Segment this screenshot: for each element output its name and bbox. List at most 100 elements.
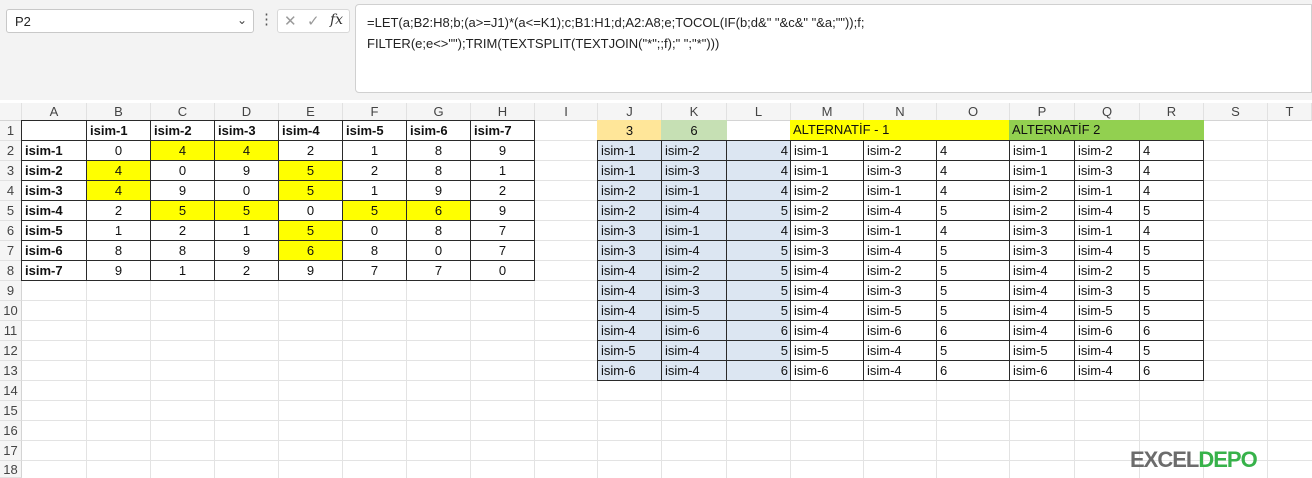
row-header[interactable]: 1 [0, 121, 22, 141]
criteria-max-cell[interactable]: 6 [661, 120, 727, 141]
row-header[interactable]: 3 [0, 161, 22, 181]
result-value-cell[interactable]: 5 [726, 300, 791, 321]
matrix-value-cell[interactable]: 0 [470, 260, 535, 281]
result-cell[interactable]: isim-1 [661, 220, 727, 241]
alt1-cell[interactable]: 5 [936, 280, 1010, 301]
matrix-value-cell[interactable]: 9 [470, 140, 535, 161]
alt2-cell[interactable]: isim-4 [1074, 240, 1140, 261]
result-value-cell[interactable]: 5 [726, 340, 791, 361]
matrix-value-cell[interactable]: 2 [278, 140, 343, 161]
result-cell[interactable]: isim-4 [597, 260, 662, 281]
matrix-row-header[interactable]: isim-5 [21, 220, 87, 241]
result-cell[interactable]: isim-1 [661, 180, 727, 201]
more-options-icon[interactable]: ⋮ [259, 10, 274, 30]
column-header[interactable]: A [22, 103, 87, 121]
matrix-row-header[interactable]: isim-6 [21, 240, 87, 261]
matrix-value-cell[interactable]: 1 [86, 220, 151, 241]
alt1-cell[interactable]: isim-4 [790, 320, 864, 341]
alt1-cell[interactable]: 4 [936, 160, 1010, 181]
result-cell[interactable]: isim-1 [597, 140, 662, 161]
alt2-cell[interactable]: 5 [1139, 260, 1204, 281]
alt2-cell[interactable]: 4 [1139, 160, 1204, 181]
matrix-value-cell[interactable]: 4 [86, 160, 151, 181]
result-value-cell[interactable]: 5 [726, 280, 791, 301]
alt2-cell[interactable]: isim-3 [1074, 160, 1140, 181]
insert-function-icon[interactable]: fx [330, 12, 343, 28]
column-header[interactable]: P [1010, 103, 1075, 121]
cell[interactable] [21, 120, 87, 141]
matrix-value-cell[interactable]: 2 [342, 160, 407, 181]
alt2-cell[interactable]: isim-2 [1074, 260, 1140, 281]
alt2-cell[interactable]: isim-3 [1074, 280, 1140, 301]
alt2-cell[interactable]: 5 [1139, 280, 1204, 301]
matrix-value-cell[interactable]: 9 [470, 200, 535, 221]
alt1-cell[interactable]: 5 [936, 240, 1010, 261]
column-header[interactable]: H [471, 103, 535, 121]
matrix-column-header[interactable]: isim-6 [406, 120, 471, 141]
alt1-cell[interactable]: isim-3 [863, 160, 937, 181]
matrix-value-cell[interactable]: 1 [214, 220, 279, 241]
alt1-cell[interactable]: isim-2 [863, 140, 937, 161]
column-header[interactable]: Q [1075, 103, 1140, 121]
row-header[interactable]: 6 [0, 221, 22, 241]
row-header[interactable]: 10 [0, 301, 22, 321]
criteria-min-cell[interactable]: 3 [597, 120, 662, 141]
enter-icon[interactable]: ✓ [307, 12, 320, 30]
alt1-cell[interactable]: isim-5 [863, 300, 937, 321]
alt2-cell[interactable]: isim-1 [1009, 140, 1075, 161]
matrix-value-cell[interactable]: 0 [150, 160, 215, 181]
matrix-value-cell[interactable]: 0 [342, 220, 407, 241]
result-value-cell[interactable]: 4 [726, 180, 791, 201]
alt2-cell[interactable]: isim-4 [1074, 340, 1140, 361]
result-value-cell[interactable]: 4 [726, 220, 791, 241]
matrix-row-header[interactable]: isim-7 [21, 260, 87, 281]
matrix-column-header[interactable]: isim-1 [86, 120, 151, 141]
result-value-cell[interactable]: 5 [726, 200, 791, 221]
alt1-cell[interactable]: isim-6 [863, 320, 937, 341]
row-header[interactable]: 18 [0, 461, 22, 478]
matrix-value-cell[interactable]: 8 [406, 220, 471, 241]
alt2-cell[interactable]: isim-2 [1074, 140, 1140, 161]
matrix-column-header[interactable]: isim-7 [470, 120, 535, 141]
result-cell[interactable]: isim-4 [597, 320, 662, 341]
alt2-cell[interactable]: isim-4 [1009, 280, 1075, 301]
alt2-cell[interactable]: isim-5 [1009, 340, 1075, 361]
result-cell[interactable]: isim-3 [597, 240, 662, 261]
matrix-row-header[interactable]: isim-2 [21, 160, 87, 181]
matrix-value-cell[interactable]: 0 [406, 240, 471, 261]
alt1-cell[interactable]: 5 [936, 260, 1010, 281]
column-header[interactable]: L [727, 103, 791, 121]
alt1-cell[interactable]: 4 [936, 220, 1010, 241]
matrix-row-header[interactable]: isim-1 [21, 140, 87, 161]
result-value-cell[interactable]: 5 [726, 260, 791, 281]
matrix-value-cell[interactable]: 4 [150, 140, 215, 161]
result-cell[interactable]: isim-6 [597, 360, 662, 381]
chevron-down-icon[interactable]: ⌄ [237, 13, 247, 27]
alt2-cell[interactable]: isim-6 [1074, 320, 1140, 341]
matrix-value-cell[interactable]: 2 [150, 220, 215, 241]
column-header[interactable]: J [598, 103, 662, 121]
row-header[interactable]: 15 [0, 401, 22, 421]
alt2-cell[interactable]: 4 [1139, 220, 1204, 241]
matrix-value-cell[interactable]: 5 [150, 200, 215, 221]
result-value-cell[interactable]: 6 [726, 320, 791, 341]
matrix-value-cell[interactable]: 4 [214, 140, 279, 161]
result-cell[interactable]: isim-2 [661, 140, 727, 161]
alt2-cell[interactable]: isim-3 [1009, 220, 1075, 241]
alt2-cell[interactable]: 5 [1139, 300, 1204, 321]
matrix-column-header[interactable]: isim-5 [342, 120, 407, 141]
alt1-cell[interactable]: isim-3 [790, 240, 864, 261]
matrix-value-cell[interactable]: 9 [278, 260, 343, 281]
matrix-value-cell[interactable]: 0 [86, 140, 151, 161]
alt2-title[interactable]: ALTERNATİF 2 [1009, 120, 1204, 141]
alt1-cell[interactable]: isim-4 [790, 300, 864, 321]
matrix-value-cell[interactable]: 9 [214, 240, 279, 261]
alt1-cell[interactable]: isim-2 [790, 200, 864, 221]
column-header[interactable]: O [937, 103, 1010, 121]
column-header[interactable]: E [279, 103, 343, 121]
row-header[interactable]: 14 [0, 381, 22, 401]
row-header[interactable]: 4 [0, 181, 22, 201]
column-header[interactable]: T [1268, 103, 1312, 121]
row-header[interactable]: 17 [0, 441, 22, 461]
matrix-value-cell[interactable]: 5 [342, 200, 407, 221]
